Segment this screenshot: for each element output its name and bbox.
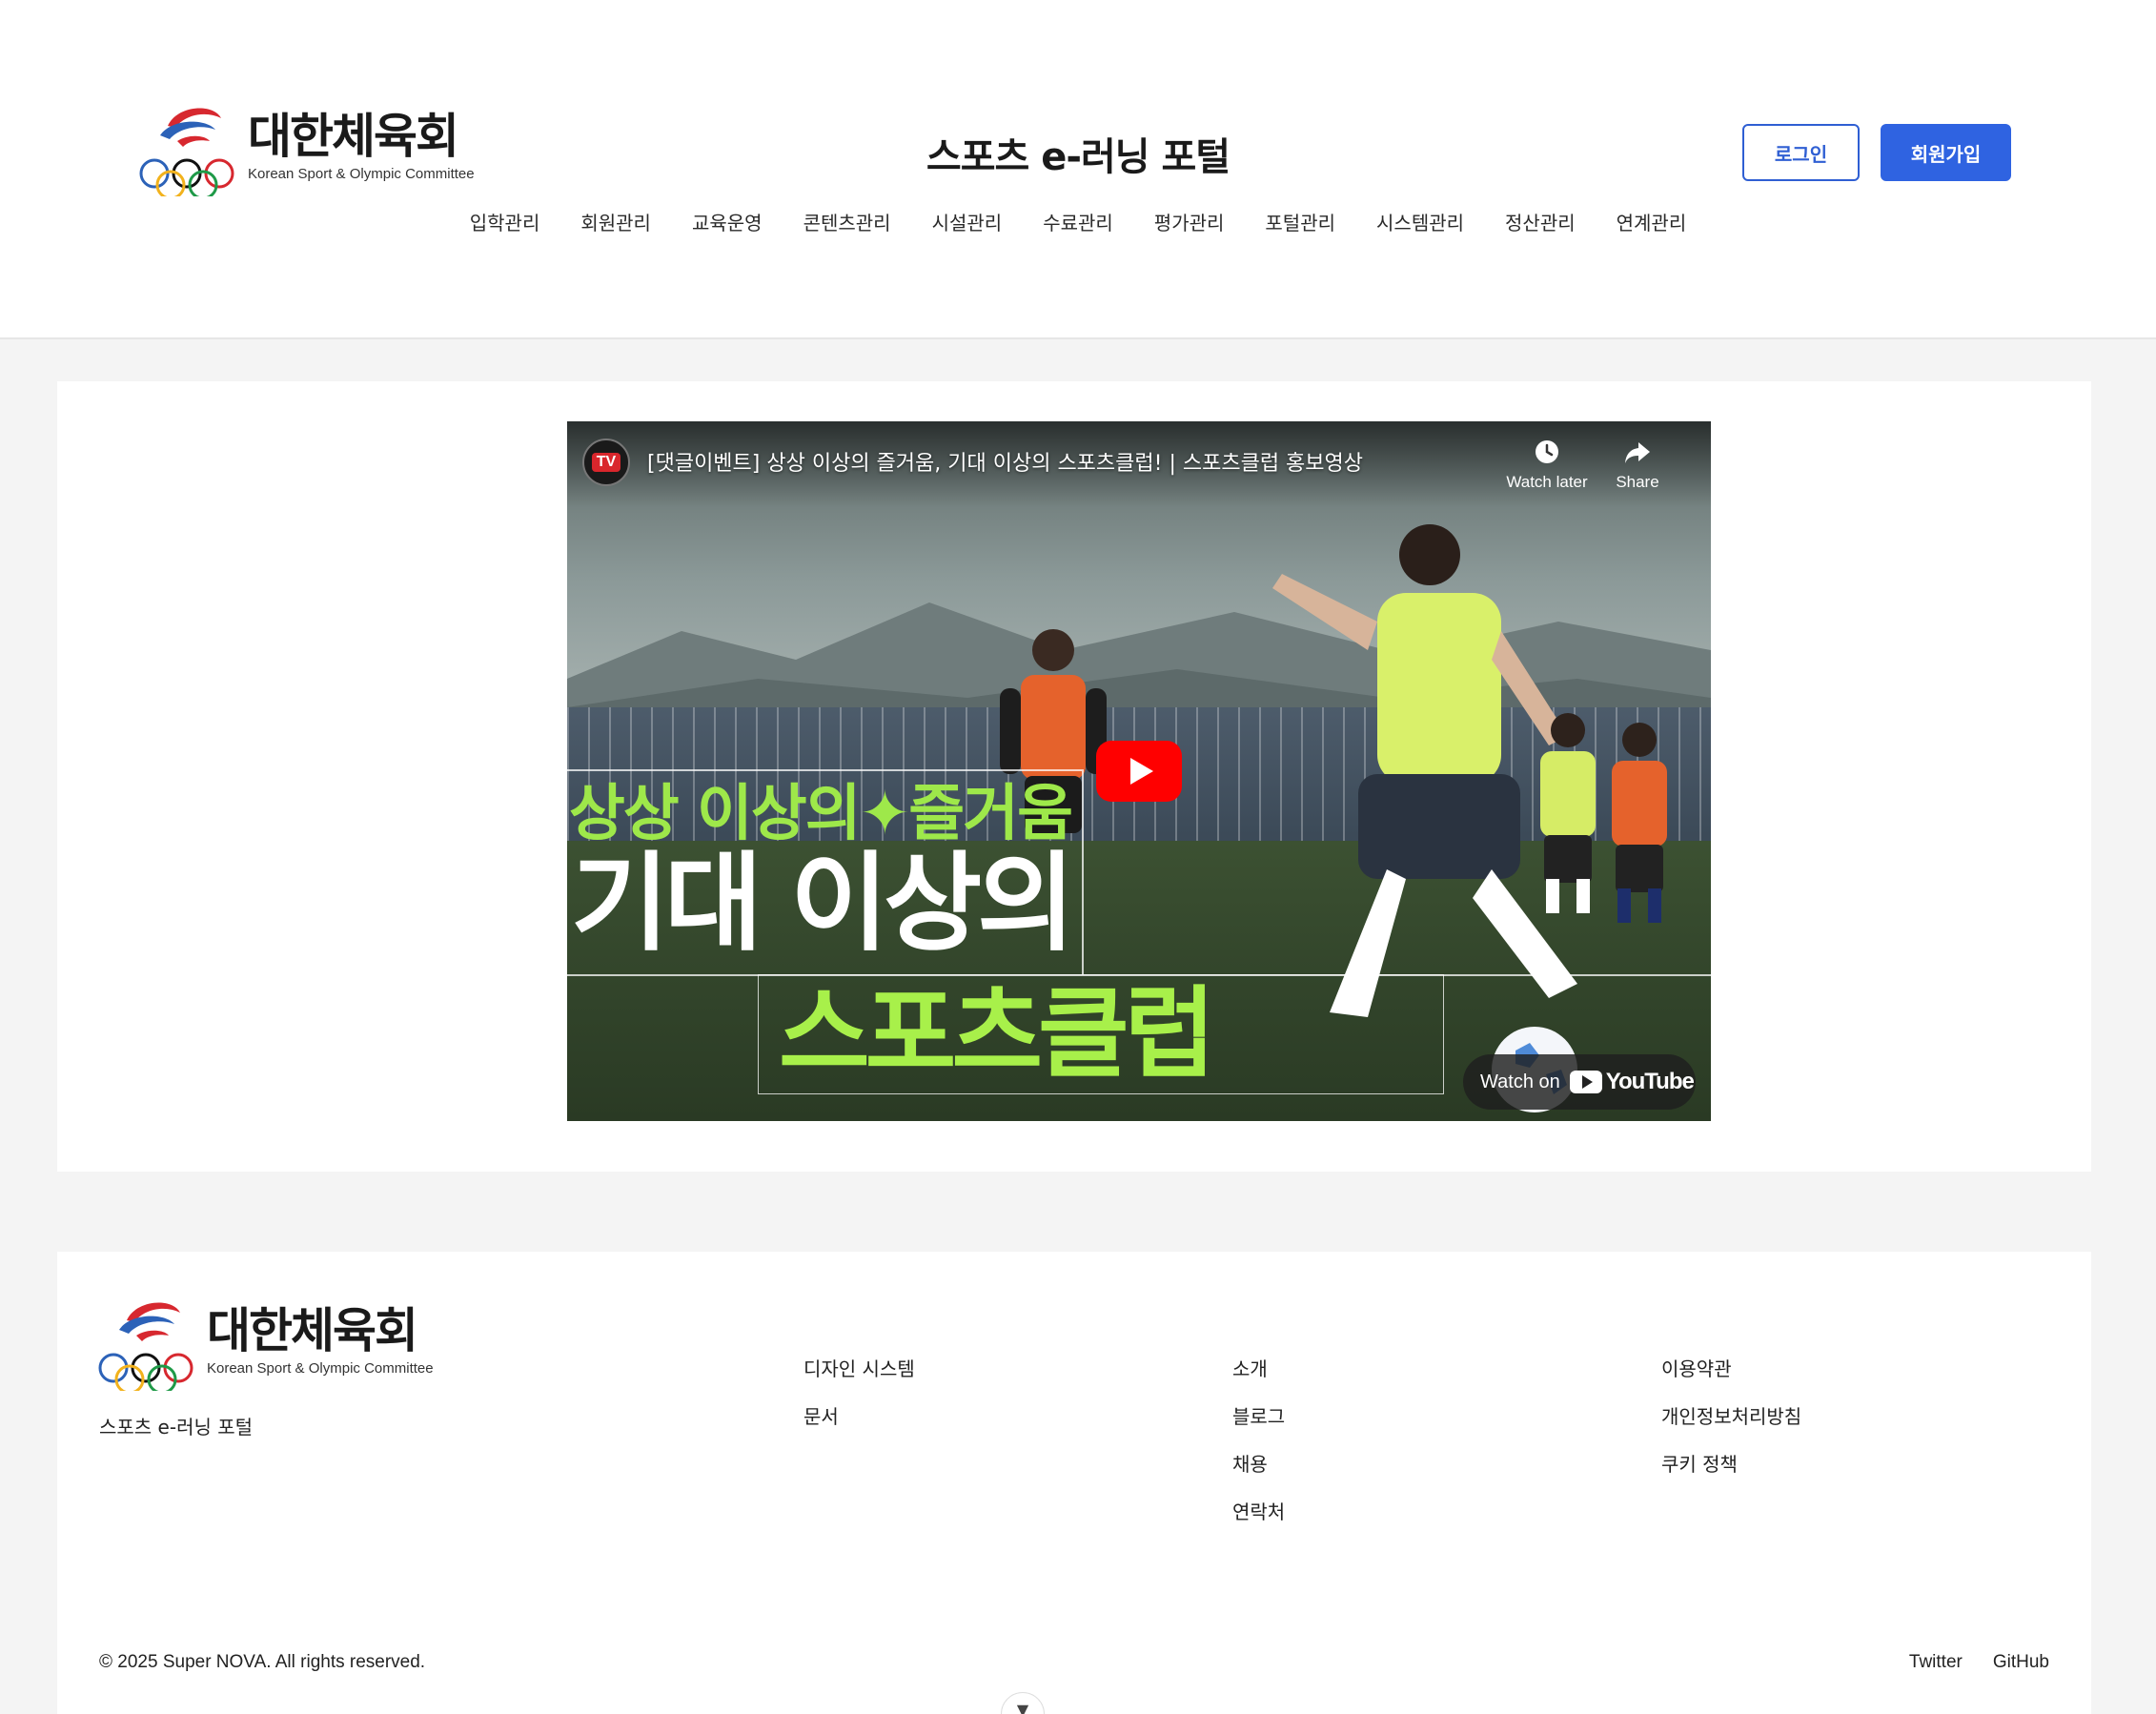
site-footer: 대한체육회 Korean Sport & Olympic Committee 스… [57,1252,2091,1714]
nav-item-evaluation[interactable]: 평가관리 [1154,208,1225,235]
nav-item-settlement[interactable]: 정산관리 [1505,208,1576,235]
site-header: 대한체육회 Korean Sport & Olympic Committee 스… [0,0,2156,339]
watch-on-youtube-button[interactable]: Watch on YouTube [1463,1054,1696,1110]
play-icon [1130,758,1153,785]
main-nav: 입학관리 회원관리 교육운영 콘텐츠관리 시설관리 수료관리 평가관리 포털관리… [0,208,2156,235]
chevron-down-icon: ▼ [1016,1701,1029,1714]
footer-link-contact[interactable]: 연락처 [1232,1501,1285,1522]
footer-link-design-system[interactable]: 디자인 시스템 [803,1358,915,1379]
footer-tagline: 스포츠 e-러닝 포털 [99,1416,254,1439]
login-button[interactable]: 로그인 [1742,124,1860,181]
footer-link-cookies[interactable]: 쿠키 정책 [1661,1454,1801,1475]
share-arrow-icon [1625,442,1650,463]
youtube-logo: YouTube [1569,1069,1695,1095]
footer-link-about[interactable]: 소개 [1232,1358,1285,1379]
nav-item-education[interactable]: 교육운영 [692,208,763,235]
overlay-frame-line [567,769,1082,771]
channel-avatar[interactable]: TV [582,439,630,486]
youtube-play-icon [1569,1071,1602,1093]
footer-link-careers[interactable]: 채용 [1232,1454,1285,1475]
footer-link-privacy[interactable]: 개인정보처리방침 [1661,1406,1801,1427]
footer-brand-name: 대한체육회 [207,1303,418,1359]
footer-link-docs[interactable]: 문서 [803,1406,915,1427]
footer-brand-logo[interactable]: 대한체육회 Korean Sport & Olympic Committee [98,1292,434,1391]
nav-item-completion[interactable]: 수료관리 [1043,208,1113,235]
overlay-text-line1: 상상 이상의✦즐거움 [569,779,1073,849]
player-figure [1612,723,1667,923]
social-links: Twitter GitHub [1909,1652,2049,1673]
footer-link-terms[interactable]: 이용약관 [1661,1358,1801,1379]
video-title[interactable]: [댓글이벤트] 상상 이상의 즐거움, 기대 이상의 스포츠클럽! | 스포츠클… [647,446,1363,477]
video-section: TV [댓글이벤트] 상상 이상의 즐거움, 기대 이상의 스포츠클럽! | 스… [57,381,2091,1172]
footer-brand-subtitle: Korean Sport & Olympic Committee [207,1359,434,1377]
nav-item-integration[interactable]: 연계관리 [1617,208,1687,235]
nav-item-facilities[interactable]: 시설관리 [932,208,1003,235]
watch-later-label: Watch later [1506,473,1588,491]
share-label: Share [1616,473,1659,491]
nav-item-members[interactable]: 회원관리 [580,208,651,235]
clock-icon [1536,440,1558,463]
olympic-emblem-icon [98,1292,195,1391]
overlay-frame-line [1082,769,1084,974]
nav-item-contents[interactable]: 콘텐츠관리 [803,208,891,235]
footer-link-blog[interactable]: 블로그 [1232,1406,1285,1427]
twitter-link[interactable]: Twitter [1909,1652,1963,1673]
youtube-wordmark: YouTube [1605,1069,1695,1094]
signup-button[interactable]: 회원가입 [1881,124,2011,181]
nav-item-admission[interactable]: 입학관리 [470,208,540,235]
play-button[interactable] [1096,741,1182,802]
overlay-frame-box [758,974,1444,1094]
nav-item-system[interactable]: 시스템관리 [1376,208,1464,235]
watch-later-button[interactable]: Watch later [1503,439,1591,492]
footer-column-legal: 이용약관 개인정보처리방침 쿠키 정책 [1661,1358,1801,1475]
overlay-text-line2: 기대 이상의 [571,842,1075,966]
channel-badge-label: TV [591,453,621,472]
copyright-text: © 2025 Super NOVA. All rights reserved. [99,1652,426,1672]
share-button[interactable]: Share [1604,439,1671,492]
footer-column-company: 소개 블로그 채용 연락처 [1232,1358,1285,1522]
nav-item-portal[interactable]: 포털관리 [1265,208,1335,235]
footer-column-resources: 디자인 시스템 문서 [803,1358,915,1427]
github-link[interactable]: GitHub [1993,1652,2049,1673]
youtube-embed[interactable]: TV [댓글이벤트] 상상 이상의 즐거움, 기대 이상의 스포츠클럽! | 스… [567,421,1711,1121]
auth-buttons: 로그인 회원가입 [1742,124,2011,181]
watch-on-label: Watch on [1480,1071,1560,1092]
